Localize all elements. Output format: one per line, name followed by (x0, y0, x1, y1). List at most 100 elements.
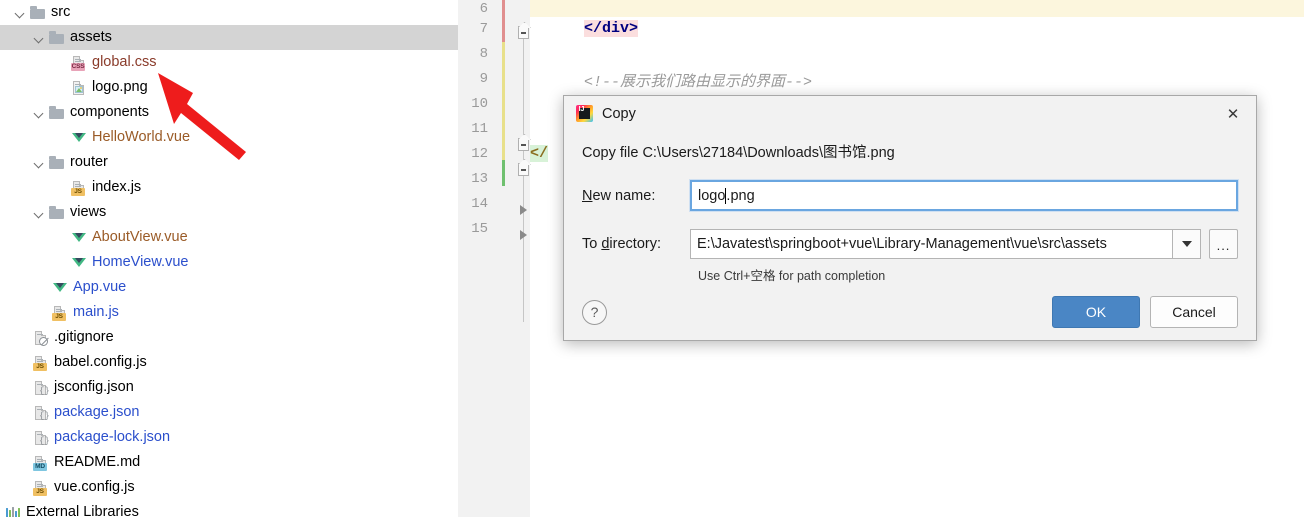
tree-item-router[interactable]: router (0, 150, 458, 175)
fold-collapse-marker[interactable] (518, 138, 529, 151)
tree-item-babel-config-js[interactable]: JS babel.config.js (0, 350, 458, 375)
intellij-idea-icon: IJ (576, 105, 593, 122)
chevron-down-icon[interactable] (33, 106, 46, 119)
project-tool-window[interactable]: src assets CSS global.css logo.png compo… (0, 0, 458, 517)
chevron-down-icon[interactable] (33, 31, 46, 44)
tree-item-label: babel.config.js (54, 354, 147, 371)
js-file-icon: JS (71, 180, 87, 196)
tree-item-app-vue[interactable]: App.vue (0, 275, 458, 300)
folder-icon (49, 30, 65, 46)
line-number: 8 (479, 46, 488, 62)
tree-item-label: global.css (92, 54, 157, 71)
png-file-icon (71, 80, 87, 96)
tree-item-components[interactable]: components (0, 100, 458, 125)
new-name-label-rest: ew name: (592, 187, 656, 204)
tree-item-logo-png[interactable]: logo.png (0, 75, 458, 100)
tree-item-label: App.vue (73, 279, 127, 296)
tree-item-label: External Libraries (26, 504, 139, 517)
tree-item-views[interactable]: views (0, 200, 458, 225)
cancel-button[interactable]: Cancel (1150, 296, 1238, 328)
js-file-icon: JS (33, 355, 49, 371)
tree-item-global-css[interactable]: CSS global.css (0, 50, 458, 75)
line-number: 15 (471, 221, 488, 237)
tree-item-main-js[interactable]: JS main.js (0, 300, 458, 325)
vcs-change-bar-modified[interactable] (502, 0, 505, 42)
tree-item-gitignore[interactable]: .gitignore (0, 325, 458, 350)
new-name-value-after-caret: .png (726, 187, 755, 204)
chevron-down-icon[interactable] (33, 156, 46, 169)
new-name-row: New name: logo .png (582, 179, 1239, 212)
ok-button[interactable]: OK (1052, 296, 1140, 328)
line-number: 11 (471, 121, 488, 137)
tree-item-label: package-lock.json (54, 429, 171, 446)
tree-item-external-libraries[interactable]: External Libraries (0, 500, 458, 517)
tree-item-label: router (70, 154, 108, 171)
chevron-down-icon[interactable] (33, 206, 46, 219)
ide-window: 6 7 8 9 10 11 12 13 14 15 </div> <!--展示我… (0, 0, 1304, 517)
md-file-icon: MD (33, 455, 49, 471)
dialog-title: Copy (602, 105, 636, 122)
close-icon[interactable]: ✕ (1210, 96, 1256, 131)
tree-item-label: AboutView.vue (92, 229, 188, 246)
tree-item-label: assets (70, 29, 112, 46)
vue-file-icon (71, 230, 87, 246)
browse-directory-button[interactable]: ... (1209, 229, 1238, 259)
tree-item-aboutview-vue[interactable]: AboutView.vue (0, 225, 458, 250)
dialog-titlebar[interactable]: IJ Copy ✕ (564, 96, 1256, 131)
to-directory-label: To directory: (582, 236, 690, 252)
fold-collapse-marker[interactable] (518, 163, 529, 176)
tree-item-index-js[interactable]: JS index.js (0, 175, 458, 200)
tree-item-helloworld-vue[interactable]: HelloWorld.vue (0, 125, 458, 150)
vcs-change-bar-added[interactable] (502, 160, 505, 186)
tree-item-label: index.js (92, 179, 142, 196)
tree-item-label: components (70, 104, 149, 121)
to-directory-input[interactable]: E:\Javatest\springboot+vue\Library-Manag… (690, 229, 1172, 259)
tree-item-label: main.js (73, 304, 119, 321)
tree-item-assets[interactable]: assets (0, 25, 458, 50)
tree-item-readme-md[interactable]: MD README.md (0, 450, 458, 475)
code-line-9: <!--展示我们路由显示的界面--> (584, 74, 813, 91)
chevron-down-icon[interactable] (14, 6, 27, 19)
tree-item-homeview-vue[interactable]: HomeView.vue (0, 250, 458, 275)
chevron-down-icon[interactable] (1172, 229, 1201, 259)
tree-item-package-lock-json[interactable]: {} package-lock.json (0, 425, 458, 450)
fold-collapse-marker[interactable] (518, 26, 529, 39)
new-name-input[interactable]: logo .png (689, 179, 1239, 212)
code-fold-bar[interactable] (518, 0, 530, 517)
copy-file-dialog: IJ Copy ✕ Copy file C:\Users\27184\Downl… (563, 95, 1257, 341)
tree-item-package-json[interactable]: {} package.json (0, 400, 458, 425)
vue-file-icon (71, 255, 87, 271)
vcs-change-bar-changed[interactable] (502, 42, 505, 160)
tree-item-label: HomeView.vue (92, 254, 189, 271)
tree-item-jsconfig-json[interactable]: {} jsconfig.json (0, 375, 458, 400)
json-file-icon: {} (33, 380, 50, 396)
line-number: 10 (471, 96, 488, 112)
tree-item-src[interactable]: src (0, 0, 458, 25)
line-number: 14 (471, 196, 488, 212)
line-number: 13 (471, 171, 488, 187)
tree-item-label: package.json (54, 404, 140, 421)
editor-gutter[interactable]: 6 7 8 9 10 11 12 13 14 15 (458, 0, 530, 517)
fold-expand-marker[interactable] (520, 205, 527, 215)
tree-item-label: vue.config.js (54, 479, 135, 496)
gitignore-icon (33, 330, 49, 346)
folder-icon (49, 205, 65, 221)
vue-file-icon (71, 130, 87, 146)
fold-region-line (523, 177, 524, 322)
help-button[interactable]: ? (582, 299, 607, 325)
to-directory-label-prefix: To (582, 236, 602, 252)
vue-file-icon (52, 280, 68, 296)
tree-item-vue-config-js[interactable]: JS vue.config.js (0, 475, 458, 500)
dialog-footer: ? OK Cancel (564, 284, 1256, 340)
line-number: 9 (479, 71, 488, 87)
tree-item-label: .gitignore (54, 329, 114, 346)
code-line-12: </ (530, 145, 549, 162)
json-file-icon: {} (33, 430, 50, 446)
line-number: 7 (479, 21, 488, 37)
to-directory-row: To directory: E:\Javatest\springboot+vue… (582, 229, 1238, 259)
to-directory-label-rest: irectory: (609, 236, 661, 252)
source-file-text: Copy file C:\Users\27184\Downloads\图书馆.p… (582, 145, 895, 161)
js-file-icon: JS (52, 305, 68, 321)
folder-icon (30, 5, 46, 21)
fold-expand-marker[interactable] (520, 230, 527, 240)
